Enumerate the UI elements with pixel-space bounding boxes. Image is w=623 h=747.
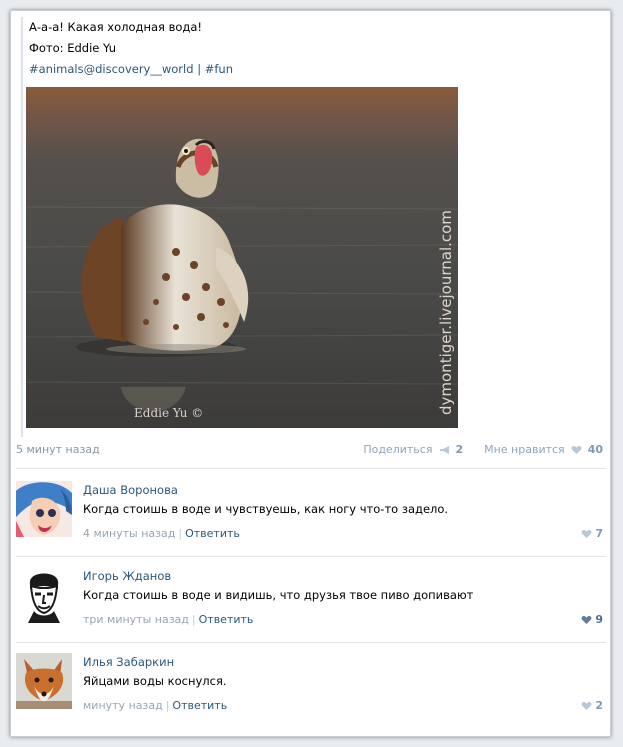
comment-item: Игорь Жданов Когда стоишь в воде и видиш…	[16, 567, 606, 647]
post-actions: Поделиться 2 Мне нравится 40	[363, 443, 603, 456]
hawk-photo-image: Eddie Yu © dymontiger.livejournal.com	[26, 87, 458, 428]
post-text-line-2: Фото: Eddie Yu	[29, 41, 116, 55]
post-time[interactable]: 5 минут назад	[16, 443, 100, 456]
like-button[interactable]: Мне нравится 40	[484, 443, 603, 456]
divider	[16, 642, 606, 643]
photo-signature: Eddie Yu ©	[134, 406, 203, 420]
photo-watermark: dymontiger.livejournal.com	[437, 210, 455, 415]
reply-button[interactable]: Ответить	[199, 613, 254, 626]
post-photo[interactable]: Eddie Yu © dymontiger.livejournal.com	[26, 87, 458, 428]
post-meta-row: 5 минут назад Поделиться 2 Мне нравится …	[16, 443, 606, 463]
heart-icon	[571, 446, 582, 454]
anime-girl-avatar-icon	[16, 481, 72, 537]
man-portrait-avatar-icon	[16, 567, 72, 623]
comment-like-button[interactable]: 9	[578, 613, 603, 626]
share-count: 2	[455, 443, 464, 456]
comment-item: Илья Забаркин Яйцами воды коснулся. мину…	[16, 653, 606, 733]
comment-text: Яйцами воды коснулся.	[83, 674, 227, 688]
heart-icon	[581, 702, 591, 710]
comment-time[interactable]: 4 минуты назад	[83, 527, 175, 540]
comment-author-name[interactable]: Игорь Жданов	[83, 569, 171, 583]
reply-button[interactable]: Ответить	[185, 527, 240, 540]
hashtag-link-animals[interactable]: #animals@discovery__world	[29, 62, 194, 76]
avatar[interactable]	[16, 567, 72, 623]
divider	[16, 468, 606, 469]
megaphone-icon	[439, 446, 449, 454]
like-label: Мне нравится	[484, 443, 565, 456]
comment-time[interactable]: три минуты назад	[83, 613, 189, 626]
post-hashtags: #animals@discovery__world | #fun	[29, 59, 469, 80]
fox-avatar-icon	[16, 653, 72, 709]
heart-icon	[581, 616, 591, 624]
comment-like-button[interactable]: 7	[578, 527, 603, 540]
comment-like-count: 9	[595, 613, 603, 626]
comment-like-button[interactable]: 2	[578, 699, 603, 712]
comment-time[interactable]: минуту назад	[83, 699, 163, 712]
reply-button[interactable]: Ответить	[172, 699, 227, 712]
comment-text: Когда стоишь в воде и видишь, что друзья…	[83, 588, 474, 602]
hashtag-separator: |	[197, 62, 202, 76]
avatar[interactable]	[16, 653, 72, 709]
comment-like-count: 7	[595, 527, 603, 540]
post-card: А-а-а! Какая холодная вода! Фото: Eddie …	[10, 10, 611, 737]
comment-author-name[interactable]: Илья Забаркин	[83, 655, 174, 669]
like-count: 40	[587, 443, 603, 456]
avatar[interactable]	[16, 481, 72, 537]
comment-item: Даша Воронова Когда стоишь в воде и чувс…	[16, 481, 606, 561]
hashtag-link-fun[interactable]: #fun	[205, 62, 233, 76]
heart-icon	[581, 530, 591, 538]
share-button[interactable]: Поделиться 2	[363, 443, 466, 456]
comment-text: Когда стоишь в воде и чувствуешь, как но…	[83, 502, 449, 516]
comment-meta: три минуты назад | Ответить	[83, 613, 254, 626]
share-label: Поделиться	[363, 443, 433, 456]
comment-meta: 4 минуты назад | Ответить	[83, 527, 240, 540]
comment-meta: минуту назад | Ответить	[83, 699, 228, 712]
comment-author-name[interactable]: Даша Воронова	[83, 483, 178, 497]
post-text-line-1: А-а-а! Какая холодная вода!	[29, 20, 203, 34]
divider	[16, 556, 606, 557]
comment-like-count: 2	[595, 699, 603, 712]
